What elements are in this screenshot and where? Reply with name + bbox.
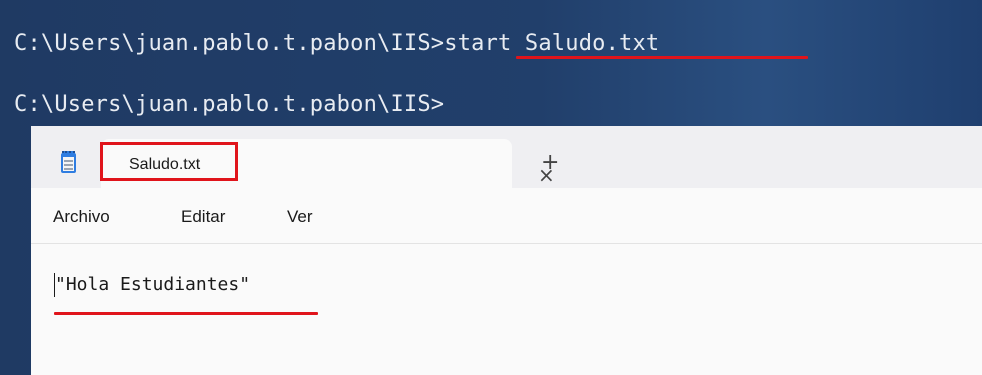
content-annotation-underline [54, 312, 318, 315]
editor-content: "Hola Estudiantes" [55, 274, 251, 295]
notepad-icon [61, 151, 76, 173]
terminal-line-1: C:\Users\juan.pablo.t.pabon\IIS>start Sa… [14, 31, 659, 56]
terminal-prompt: C:\Users\juan.pablo.t.pabon\IIS> [14, 92, 445, 117]
menu-editar[interactable]: Editar [181, 207, 225, 227]
tab-bar: Saludo.txt × + [31, 126, 982, 188]
menu-ver[interactable]: Ver [287, 207, 313, 227]
menu-bar: Archivo Editar Ver [31, 188, 982, 244]
terminal-prompt: C:\Users\juan.pablo.t.pabon\IIS> [14, 31, 445, 56]
new-tab-button[interactable]: + [541, 152, 559, 174]
terminal-line-2[interactable]: C:\Users\juan.pablo.t.pabon\IIS> [14, 92, 444, 117]
notepad-window: Saludo.txt × + Archivo Editar Ver "Hola … [31, 126, 982, 375]
terminal-command: start Saludo.txt [444, 31, 660, 56]
tab-annotation-box [100, 142, 238, 181]
command-annotation-underline [516, 56, 808, 59]
menu-archivo[interactable]: Archivo [53, 207, 110, 227]
text-editor[interactable]: "Hola Estudiantes" [31, 244, 982, 375]
